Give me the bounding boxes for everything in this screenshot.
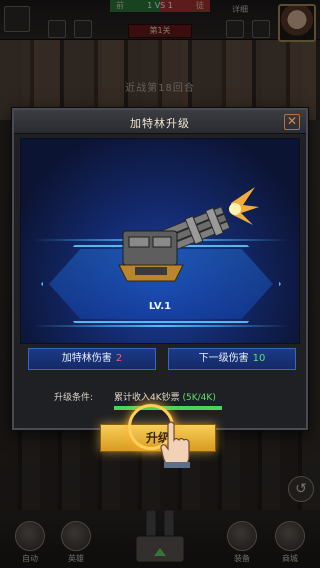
condition-progress-fill (114, 406, 222, 410)
gatling-upgrade-dialog: 加特林升级 ✕ LV.1 加特林伤害 2 下一级伤害 10 升级条件: 累计收入… (12, 108, 308, 452)
close-icon[interactable]: ✕ (284, 114, 300, 130)
condition-label: 升级条件: (54, 393, 94, 403)
condition-text: 累计收入4K钞票 (5K/4K) (114, 390, 216, 403)
next-damage-label: 下一级伤害 (198, 353, 249, 364)
glow-line-bottom (33, 325, 289, 327)
condition-progress-bar (114, 406, 222, 410)
dialog-title: 加特林升级 (130, 117, 190, 130)
next-damage-value: 10 (252, 353, 266, 364)
condition-requirement: 累计收入4K钞票 (114, 393, 180, 403)
gatling-gun-icon (118, 187, 259, 282)
condition-progress: (5K/4K) (182, 393, 216, 403)
weapon-level: LV.1 (148, 301, 172, 312)
next-damage-box: 下一级伤害 10 (168, 348, 296, 370)
current-damage-box: 加特林伤害 2 (28, 348, 156, 370)
weapon-preview-stage: LV.1 (20, 138, 300, 344)
dialog-header: 加特林升级 ✕ (14, 110, 306, 134)
pointing-hand-icon (160, 421, 190, 468)
current-damage-value: 2 (115, 353, 123, 364)
current-damage-label: 加特林伤害 (61, 353, 112, 364)
